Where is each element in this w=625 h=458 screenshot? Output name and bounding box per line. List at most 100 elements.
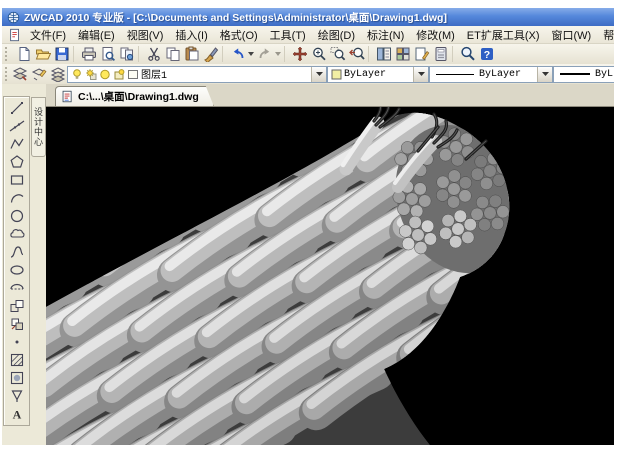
spline-icon	[9, 244, 25, 260]
toolbar-grip[interactable]	[5, 67, 7, 81]
design-center-button[interactable]	[374, 45, 393, 63]
layer-states-button[interactable]	[29, 65, 48, 83]
gradient-button[interactable]	[4, 369, 29, 387]
menu-file[interactable]: 文件(F)	[24, 26, 72, 44]
menu-tools[interactable]: 工具(T)	[264, 26, 312, 44]
revision-cloud-button[interactable]	[4, 225, 29, 243]
redo-button[interactable]	[255, 45, 274, 63]
zoom-realtime-button[interactable]	[309, 45, 328, 63]
tool-palettes-icon	[395, 46, 411, 62]
menu-view[interactable]: 视图(V)	[121, 26, 170, 44]
document-tab-bar: C:\...\桌面\Drawing1.dwg	[46, 84, 614, 107]
ellipse-button[interactable]	[4, 261, 29, 279]
color-combo-dropdown[interactable]	[413, 67, 428, 82]
plot-on-icon	[113, 68, 125, 81]
menu-modify[interactable]: 修改(M)	[410, 26, 461, 44]
undo-button[interactable]	[228, 45, 247, 63]
point-button[interactable]	[4, 333, 29, 351]
copy-button[interactable]	[163, 45, 182, 63]
ellipse-arc-button[interactable]	[4, 279, 29, 297]
cut-button[interactable]	[144, 45, 163, 63]
save-button[interactable]	[52, 45, 71, 63]
calculator-button[interactable]	[431, 45, 450, 63]
color-swatch	[331, 69, 342, 80]
toolbar-separator	[452, 46, 456, 62]
zoom-realtime-icon	[311, 46, 327, 62]
draw-toolbar: A	[3, 96, 30, 426]
document-tab-active[interactable]: C:\...\桌面\Drawing1.dwg	[55, 86, 214, 106]
find-icon	[460, 46, 476, 62]
app-icon	[7, 11, 20, 24]
toolbar-separator	[368, 46, 372, 62]
help-icon: ?	[479, 46, 495, 62]
linetype-combo-dropdown[interactable]	[537, 67, 552, 82]
region-pen-icon	[9, 388, 25, 404]
toolbar-separator	[73, 46, 77, 62]
publish-button[interactable]	[117, 45, 136, 63]
linetype-combo[interactable]: ByLayer	[429, 66, 553, 83]
menu-window[interactable]: 窗口(W)	[546, 26, 598, 44]
print-preview-button[interactable]	[98, 45, 117, 63]
tool-palettes-button[interactable]	[393, 45, 412, 63]
plot-button[interactable]	[79, 45, 98, 63]
title-bar[interactable]: ZWCAD 2010 专业版 - [C:\Documents and Setti…	[2, 8, 614, 26]
open-button[interactable]	[33, 45, 52, 63]
insert-block-button[interactable]	[4, 297, 29, 315]
menu-format[interactable]: 格式(O)	[214, 26, 264, 44]
pan-realtime-button[interactable]	[290, 45, 309, 63]
arc-button[interactable]	[4, 189, 29, 207]
window-title: ZWCAD 2010 专业版 - [C:\Documents and Setti…	[24, 10, 447, 25]
circle-icon	[9, 208, 25, 224]
menu-insert[interactable]: 插入(I)	[169, 26, 213, 44]
region-button[interactable]	[4, 387, 29, 405]
rectangle-button[interactable]	[4, 171, 29, 189]
lineweight-combo[interactable]: ByL	[553, 66, 614, 83]
make-block-button[interactable]	[4, 315, 29, 333]
wire-rope-3d-model	[46, 107, 614, 445]
help-button[interactable]: ?	[477, 45, 496, 63]
app-window: ZWCAD 2010 专业版 - [C:\Documents and Setti…	[2, 8, 614, 445]
mtext-button[interactable]: A	[4, 405, 29, 423]
menu-et-extension-tools[interactable]: ET扩展工具(X)	[461, 26, 546, 44]
menu-draw[interactable]: 绘图(D)	[312, 26, 361, 44]
menu-dimension[interactable]: 标注(N)	[361, 26, 410, 44]
zoom-previous-button[interactable]	[347, 45, 366, 63]
undo-dropdown-caret[interactable]	[247, 45, 255, 63]
pan-arrows-icon	[292, 46, 308, 62]
zoom-window-button[interactable]	[328, 45, 347, 63]
line-icon	[9, 100, 25, 116]
new-button[interactable]	[14, 45, 33, 63]
toolbar-separator	[138, 46, 142, 62]
bulb-on-icon	[71, 68, 83, 81]
layer-combo[interactable]: 图层1	[67, 66, 327, 83]
menu-help[interactable]: 帮助(H)	[597, 26, 614, 44]
mdi-document-icon[interactable]	[5, 26, 24, 44]
menu-edit[interactable]: 编辑(E)	[72, 26, 121, 44]
paste-button[interactable]	[182, 45, 201, 63]
point-icon	[9, 334, 25, 350]
polyline-button[interactable]	[4, 135, 29, 153]
hatch-button[interactable]	[4, 351, 29, 369]
spline-button[interactable]	[4, 243, 29, 261]
construction-line-button[interactable]	[4, 117, 29, 135]
drawing-canvas[interactable]	[46, 107, 614, 445]
circle-button[interactable]	[4, 207, 29, 225]
toolbar-grip[interactable]	[5, 47, 11, 61]
toolbar-separator	[222, 46, 226, 62]
color-combo[interactable]: ByLayer	[327, 66, 429, 83]
design-center-vertical-tab[interactable]: 设计中心	[31, 97, 46, 157]
lineweight-sample	[560, 73, 590, 75]
revision-cloud-icon	[9, 226, 25, 242]
document-tab-label: C:\...\桌面\Drawing1.dwg	[78, 89, 199, 104]
polygon-button[interactable]	[4, 153, 29, 171]
find-button[interactable]	[458, 45, 477, 63]
match-properties-button[interactable]	[201, 45, 220, 63]
open-folder-icon	[35, 46, 51, 62]
layer-previous-button[interactable]	[48, 65, 67, 83]
layer-properties-manager-button[interactable]	[10, 65, 29, 83]
ellipse-arc-icon	[9, 280, 25, 296]
line-button[interactable]	[4, 99, 29, 117]
markup-button[interactable]	[412, 45, 431, 63]
redo-dropdown-caret[interactable]	[274, 45, 282, 63]
layer-combo-dropdown[interactable]	[311, 67, 326, 82]
